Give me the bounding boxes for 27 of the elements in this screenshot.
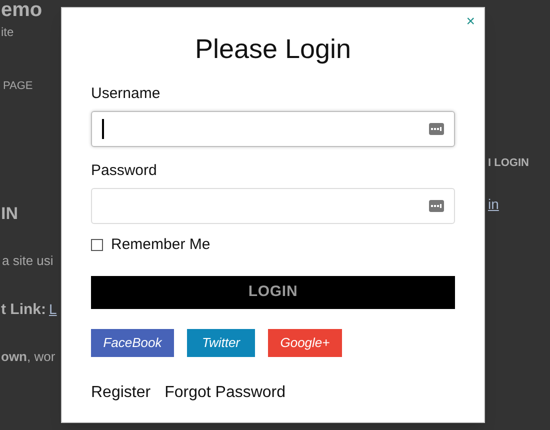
body-text: t Link:: [1, 302, 46, 317]
text-link[interactable]: L: [49, 302, 57, 316]
input-field[interactable]: [91, 188, 455, 224]
social-login-button[interactable]: Twitter: [187, 328, 255, 356]
close-button[interactable]: ×: [466, 14, 475, 28]
login-button[interactable]: LOGIN: [91, 276, 455, 308]
social-login-button[interactable]: FaceBook: [91, 328, 174, 356]
remember-label: Remember Me: [111, 235, 210, 255]
site-title: emo: [1, 0, 42, 20]
field-label: Username: [91, 86, 162, 101]
text-link[interactable]: Register: [91, 380, 151, 404]
widget-title: I LOGIN: [488, 158, 529, 169]
text-link[interactable]: in: [488, 197, 499, 211]
keyboard-icon[interactable]: [429, 123, 444, 135]
input-field[interactable]: [91, 111, 455, 147]
section-heading: IN: [1, 205, 18, 222]
text-link[interactable]: Forgot Password: [164, 380, 286, 404]
dialog-title: Please Login: [194, 36, 352, 63]
text-cursor: [102, 119, 104, 139]
body-text: a site usi: [2, 254, 54, 267]
keyboard-icon[interactable]: [429, 200, 444, 212]
tagline-text: ite: [1, 26, 14, 38]
nav-item[interactable]: PAGE: [3, 81, 33, 92]
field-label: Password: [91, 163, 158, 178]
social-login-button[interactable]: Google+: [268, 328, 342, 356]
body-text: own, wor: [1, 350, 56, 363]
remember-checkbox[interactable]: [91, 239, 103, 252]
